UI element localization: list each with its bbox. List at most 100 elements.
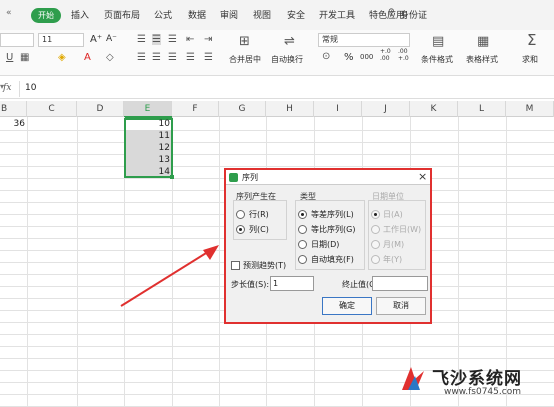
option-linear-label: 等差序列(L) xyxy=(311,210,354,219)
cell-e1[interactable]: 10 xyxy=(126,119,170,129)
tab-insert[interactable]: 插入 xyxy=(71,8,89,21)
cell-e2[interactable]: 11 xyxy=(126,131,170,141)
radio-row[interactable] xyxy=(236,210,245,219)
tab-security[interactable]: 安全 xyxy=(287,8,305,21)
cell-e3[interactable]: 12 xyxy=(126,143,170,153)
stop-value-input[interactable] xyxy=(372,276,428,291)
wrap-text-button[interactable]: 自动换行 xyxy=(271,54,303,65)
tab-formulas[interactable]: 公式 xyxy=(154,8,172,21)
clear-icon[interactable]: ◇ xyxy=(106,52,114,63)
tab-developer[interactable]: 开发工具 xyxy=(319,8,355,21)
underline-icon[interactable]: U xyxy=(6,52,13,63)
column-header[interactable]: C xyxy=(27,101,77,117)
cell-b1[interactable]: 36 xyxy=(0,119,25,129)
search-icon: ⚲ xyxy=(388,8,395,18)
column-header[interactable]: K xyxy=(410,101,458,117)
grid-row-line xyxy=(0,154,554,155)
column-header[interactable]: L xyxy=(458,101,506,117)
grid-row-line xyxy=(0,142,554,143)
conditional-format-button[interactable]: 条件格式 xyxy=(421,54,453,65)
radio-column[interactable] xyxy=(236,225,245,234)
decimal-decrease-button[interactable]: .00 +.0 xyxy=(398,48,412,62)
conditional-format-icon[interactable]: ▤ xyxy=(432,34,444,49)
dialog-title-bar[interactable]: 序列 × xyxy=(226,170,430,185)
align-middle-icon[interactable]: ☰ xyxy=(152,34,161,45)
align-left-icon[interactable]: ☰ xyxy=(137,52,146,63)
font-name-select[interactable] xyxy=(0,33,34,47)
tab-review[interactable]: 审阅 xyxy=(220,8,238,21)
currency-icon[interactable]: ⊙ xyxy=(322,51,330,62)
cell-e5[interactable]: 14 xyxy=(126,167,170,177)
align-right-icon[interactable]: ☰ xyxy=(168,52,177,63)
option-date-label: 日期(D) xyxy=(311,240,340,249)
close-icon[interactable]: × xyxy=(418,170,427,183)
step-label: 步长值(S): xyxy=(231,280,270,289)
column-header[interactable]: G xyxy=(219,101,266,117)
font-grow-button[interactable]: A⁺ xyxy=(90,34,102,45)
column-header[interactable]: D xyxy=(77,101,124,117)
justify-icon[interactable]: ☰ xyxy=(186,52,195,63)
column-header[interactable]: E xyxy=(124,101,172,117)
align-center-icon[interactable]: ☰ xyxy=(152,52,161,63)
trend-checkbox[interactable] xyxy=(231,261,240,270)
outdent-icon[interactable]: ⇥ xyxy=(204,34,212,45)
column-header[interactable]: I xyxy=(314,101,362,117)
sum-button[interactable]: 求和 xyxy=(522,54,538,65)
merge-center-icon[interactable]: ⊞ xyxy=(239,34,250,49)
ribbon-toolbar: 11 A⁺ A⁻ U ▦ ◈ A ◇ ☰ ☰ ☰ ⇤ ⇥ ☰ ☰ ☰ ☰ ☰ ⊞… xyxy=(0,30,554,76)
indent-icon[interactable]: ⇤ xyxy=(186,34,194,45)
column-header[interactable]: H xyxy=(266,101,314,117)
column-header[interactable]: J xyxy=(362,101,410,117)
tab-data[interactable]: 数据 xyxy=(188,8,206,21)
font-shrink-button[interactable]: A⁻ xyxy=(106,34,117,44)
grid-row-line xyxy=(0,358,554,359)
option-autofill-label: 自动填充(F) xyxy=(311,255,354,264)
ribbon-left-arrow[interactable]: « xyxy=(6,8,12,18)
option-row-label: 行(R) xyxy=(249,210,269,219)
column-header-row: B C D E F G H I J K L M xyxy=(0,101,554,117)
thousands-button[interactable]: 000 xyxy=(360,53,373,61)
formula-input[interactable]: 10 xyxy=(19,81,554,97)
column-header[interactable]: B xyxy=(0,101,27,117)
merge-center-button[interactable]: 合并居中 xyxy=(229,54,261,65)
font-color-icon[interactable]: A xyxy=(84,52,91,63)
radio-date[interactable] xyxy=(298,240,307,249)
radio-weekday[interactable] xyxy=(371,225,380,234)
radio-year[interactable] xyxy=(371,255,380,264)
sum-icon[interactable]: Σ xyxy=(527,31,536,49)
wrap-text-icon[interactable]: ⇌ xyxy=(284,34,295,49)
distribute-icon[interactable]: ☰ xyxy=(204,52,213,63)
cell-e4[interactable]: 13 xyxy=(126,155,170,165)
number-format-select[interactable]: 常规 xyxy=(318,33,410,47)
cancel-button[interactable]: 取消 xyxy=(376,297,426,315)
watermark-url: www.fs0745.com xyxy=(444,387,521,397)
tab-page-layout[interactable]: 页面布局 xyxy=(104,8,140,21)
radio-linear[interactable] xyxy=(298,210,307,219)
ribbon-search[interactable]: ⚲ 身份证 xyxy=(388,7,468,24)
column-header[interactable]: F xyxy=(172,101,219,117)
table-style-button[interactable]: 表格样式 xyxy=(466,54,498,65)
step-value-input[interactable]: 1 xyxy=(270,276,314,291)
column-header[interactable]: M xyxy=(506,101,554,117)
radio-autofill[interactable] xyxy=(298,255,307,264)
option-weekday-label: 工作日(W) xyxy=(383,225,422,234)
tab-view[interactable]: 视图 xyxy=(253,8,271,21)
align-bottom-icon[interactable]: ☰ xyxy=(168,34,177,45)
ribbon-tab-bar: « 开始 插入 页面布局 公式 数据 审阅 视图 安全 开发工具 特色应用 ⚲ … xyxy=(0,0,554,30)
decimal-increase-button[interactable]: +.0 .00 xyxy=(380,48,394,62)
fx-icon[interactable]: fx xyxy=(3,83,11,93)
radio-day[interactable] xyxy=(371,210,380,219)
tab-home[interactable]: 开始 xyxy=(31,8,61,23)
align-top-icon[interactable]: ☰ xyxy=(137,34,146,45)
ok-button[interactable]: 确定 xyxy=(322,297,372,315)
radio-month[interactable] xyxy=(371,240,380,249)
percent-button[interactable]: % xyxy=(344,52,354,63)
watermark: 飞沙系统网 www.fs0745.com xyxy=(398,360,554,407)
fill-handle[interactable] xyxy=(170,175,174,179)
radio-growth[interactable] xyxy=(298,225,307,234)
font-size-select[interactable]: 11 xyxy=(38,33,84,47)
wps-logo-icon xyxy=(229,173,238,182)
fill-color-icon[interactable]: ◈ xyxy=(58,52,66,63)
border-icon[interactable]: ▦ xyxy=(20,52,29,63)
table-style-icon[interactable]: ▦ xyxy=(477,34,489,49)
